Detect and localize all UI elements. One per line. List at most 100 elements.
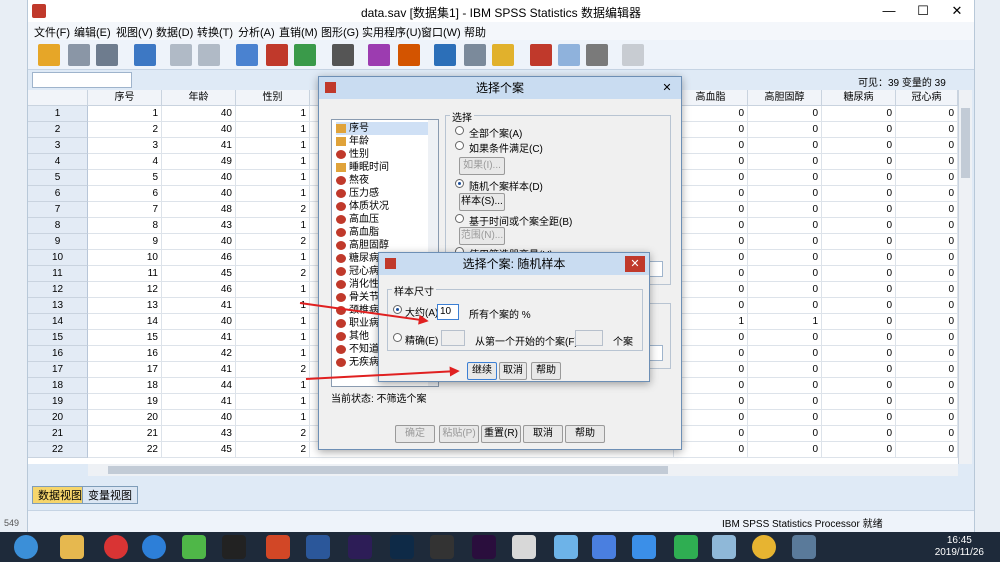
table-cell-age[interactable]: 40 [162,122,236,138]
save-icon[interactable] [68,44,90,66]
table-cell-hl[interactable]: 0 [674,346,748,362]
table-cell-id[interactable]: 5 [88,170,162,186]
table-cell-chd[interactable]: 0 [896,266,958,282]
table-cell-age[interactable]: 48 [162,202,236,218]
variable-list-item[interactable]: 性别 [336,148,369,161]
table-cell-hl[interactable]: 0 [674,362,748,378]
menu-graphs[interactable]: 图形(G) [321,24,359,40]
table-cell-id[interactable]: 6 [88,186,162,202]
radio-if-condition-label[interactable]: 如果条件满足(C) [469,140,543,155]
table-cell-hc[interactable]: 0 [748,298,822,314]
table-cell-id[interactable]: 20 [88,410,162,426]
maximize-button[interactable]: ☐ [906,0,940,22]
variable-list-item[interactable]: 消化性 [336,278,379,291]
dialog-recall-icon[interactable] [134,44,156,66]
table-cell-id[interactable]: 9 [88,234,162,250]
find-icon[interactable] [332,44,354,66]
table-cell-hl[interactable]: 0 [674,394,748,410]
table-cell-hl[interactable]: 0 [674,330,748,346]
variable-list-item[interactable]: 体质状况 [336,200,389,213]
variable-list-item[interactable]: 年龄 [336,135,369,148]
table-cell-chd[interactable]: 0 [896,106,958,122]
table-cell-age[interactable]: 40 [162,314,236,330]
show-all-icon[interactable] [586,44,608,66]
open-folder-icon[interactable] [38,44,60,66]
table-cell-db[interactable]: 0 [822,362,896,378]
table-cell-db[interactable]: 0 [822,186,896,202]
table-cell-hl[interactable]: 1 [674,314,748,330]
row-number[interactable]: 9 [28,234,88,250]
goto-variable-icon[interactable] [266,44,288,66]
table-cell-db[interactable]: 0 [822,330,896,346]
variable-list-item[interactable]: 其他 [336,330,369,343]
table-cell-hl[interactable]: 0 [674,426,748,442]
table-cell-hc[interactable]: 0 [748,170,822,186]
table-cell-chd[interactable]: 0 [896,426,958,442]
table-cell-id[interactable]: 11 [88,266,162,282]
table-cell-hc[interactable]: 0 [748,154,822,170]
table-cell-sex[interactable]: 1 [236,138,310,154]
wechat-work-icon[interactable] [674,535,698,559]
column-header-chd[interactable]: 冠心病 [896,90,958,106]
variable-list-item[interactable]: 睡眠时间 [336,161,389,174]
table-cell-hc[interactable]: 0 [748,362,822,378]
table-cell-id[interactable]: 17 [88,362,162,378]
system-clock[interactable]: 16:45 2019/11/26 [935,535,984,559]
variable-list-item[interactable]: 高胆固醇 [336,239,389,252]
photoshop-icon[interactable] [390,535,414,559]
table-cell-chd[interactable]: 0 [896,442,958,458]
k-app-icon[interactable] [142,535,166,559]
random-sample-close-button[interactable]: ✕ [625,256,645,272]
ok-button[interactable]: 确定 [395,425,435,443]
variable-list-item[interactable]: 糖尿病 [336,252,379,265]
wechat-icon[interactable] [182,535,206,559]
table-cell-hl[interactable]: 0 [674,234,748,250]
notes-app-icon[interactable] [712,535,736,559]
menu-view[interactable]: 视图(V) [116,24,153,40]
column-header-sex[interactable]: 性别 [236,90,310,106]
table-cell-db[interactable]: 0 [822,122,896,138]
table-cell-chd[interactable]: 0 [896,378,958,394]
insert-cases-icon[interactable] [368,44,390,66]
table-cell-hl[interactable]: 0 [674,410,748,426]
table-cell-age[interactable]: 40 [162,186,236,202]
table-cell-chd[interactable]: 0 [896,250,958,266]
table-cell-db[interactable]: 0 [822,250,896,266]
split-file-icon[interactable] [434,44,456,66]
radio-range-label[interactable]: 基于时间或个案全距(B) [469,213,572,228]
variable-list-item[interactable]: 高血脂 [336,226,379,239]
table-cell-hl[interactable]: 0 [674,442,748,458]
table-cell-id[interactable]: 14 [88,314,162,330]
row-number[interactable]: 3 [28,138,88,154]
table-cell-id[interactable]: 1 [88,106,162,122]
table-cell-id[interactable]: 15 [88,330,162,346]
row-number[interactable]: 16 [28,346,88,362]
table-cell-hl[interactable]: 0 [674,218,748,234]
row-number[interactable]: 4 [28,154,88,170]
column-header-diabetes[interactable]: 糖尿病 [822,90,896,106]
exact-first-input[interactable] [575,330,603,346]
row-number[interactable]: 10 [28,250,88,266]
table-cell-hl[interactable]: 0 [674,106,748,122]
table-cell-sex[interactable]: 1 [236,122,310,138]
sample-button[interactable]: 样本(S)... [459,193,505,211]
horizontal-scroll-thumb[interactable] [108,466,668,474]
table-cell-hc[interactable]: 0 [748,378,822,394]
table-cell-chd[interactable]: 0 [896,330,958,346]
table-cell-sex[interactable]: 1 [236,394,310,410]
vertical-scroll-thumb[interactable] [961,108,970,178]
table-cell-chd[interactable]: 0 [896,410,958,426]
column-header-age[interactable]: 年龄 [162,90,236,106]
table-cell-age[interactable]: 44 [162,378,236,394]
table-cell-sex[interactable]: 2 [236,426,310,442]
feishu-icon[interactable] [592,535,616,559]
undo-icon[interactable] [170,44,192,66]
row-number[interactable]: 5 [28,170,88,186]
table-cell-age[interactable]: 41 [162,362,236,378]
table-cell-chd[interactable]: 0 [896,282,958,298]
table-cell-id[interactable]: 2 [88,122,162,138]
close-button[interactable]: ✕ [940,0,974,22]
table-cell-hl[interactable]: 0 [674,122,748,138]
table-cell-hc[interactable]: 0 [748,218,822,234]
minimize-button[interactable]: — [872,0,906,22]
